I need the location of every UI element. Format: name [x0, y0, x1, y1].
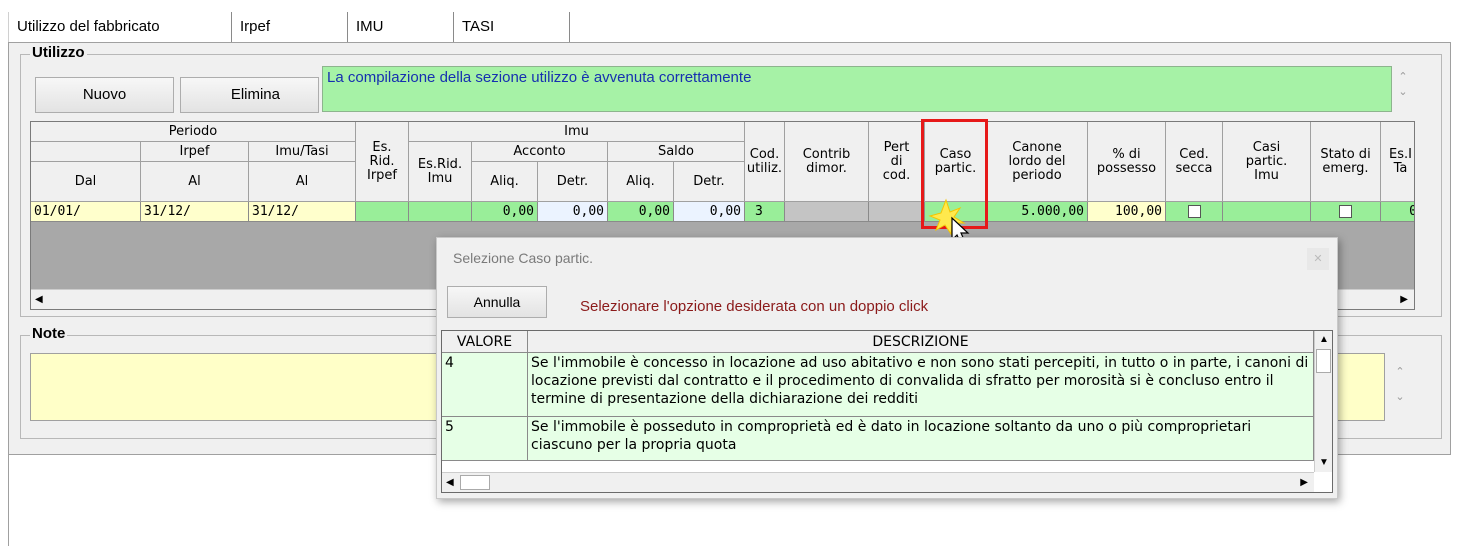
header-es-rid-imu: Es.Rid. Imu [409, 142, 472, 202]
header-cod-utiliz: Cod. utiliz. [745, 122, 785, 202]
tab-utilizzo-del-fabbricato[interactable]: Utilizzo del fabbricato [8, 12, 232, 42]
elimina-button[interactable]: Elimina [180, 77, 319, 113]
chevron-up-icon: ⌃ [1395, 366, 1405, 378]
cell-aliq-saldo[interactable]: 0,00 [608, 202, 674, 222]
tab-bar: Utilizzo del fabbricato Irpef IMU TASI [8, 12, 1458, 46]
annulla-button[interactable]: Annulla [447, 286, 547, 318]
cell-casi-partic-imu[interactable] [1223, 202, 1311, 222]
cell-stato-emerg[interactable] [1311, 202, 1381, 222]
ced-secca-checkbox[interactable] [1187, 205, 1201, 218]
selezione-dialog: Selezione Caso partic. ✕ Annulla Selezio… [436, 237, 1338, 499]
scroll-left-icon[interactable]: ◀ [35, 294, 43, 305]
header-detr-acconto: Detr. [538, 162, 608, 202]
header-casi-partic-imu: Casi partic. Imu [1223, 122, 1311, 202]
tab-imu[interactable]: IMU [348, 12, 454, 42]
chevron-down-icon: ⌄ [1398, 86, 1408, 98]
list-vscroll[interactable]: ▲ ▼ [1314, 331, 1332, 472]
scroll-up-icon[interactable]: ▲ [1319, 334, 1329, 345]
stato-emerg-checkbox[interactable] [1339, 205, 1352, 218]
scroll-right-icon[interactable]: ▶ [1400, 294, 1408, 305]
utilizzo-title: Utilizzo [30, 44, 87, 61]
header-saldo: Saldo [608, 142, 745, 162]
header-periodo: Periodo [31, 122, 356, 142]
chevron-up-icon: ⌃ [1398, 71, 1408, 83]
options-list: VALORE DESCRIZIONE 4 Se l'immobile è con… [441, 330, 1333, 493]
note-scroll[interactable]: ⌃ ⌄ [1390, 353, 1410, 421]
list-header-descrizione: DESCRIZIONE [528, 331, 1314, 353]
header-aliq-saldo: Aliq. [608, 162, 674, 202]
cell-aliq-acconto[interactable]: 0,00 [472, 202, 538, 222]
header-possesso: % di possesso [1088, 122, 1166, 202]
tab-tasi[interactable]: TASI [454, 12, 570, 42]
header-aliq-acconto: Aliq. [472, 162, 538, 202]
header-stato-emerg: Stato di emerg. [1311, 122, 1381, 202]
scroll-thumb[interactable] [460, 475, 490, 490]
header-pert-di-cod: Pert di cod. [869, 122, 925, 202]
header-al-irpef: Al [141, 162, 249, 202]
cell-ced-secca[interactable] [1166, 202, 1223, 222]
scroll-right-icon[interactable]: ▶ [1300, 477, 1308, 488]
header-canone: Canone lordo del periodo [987, 122, 1088, 202]
list-item-descrizione[interactable]: Se l'immobile è concesso in locazione ad… [528, 353, 1314, 417]
scroll-down-icon[interactable]: ▼ [1319, 457, 1329, 468]
cell-es-rid-irpef[interactable] [356, 202, 409, 222]
nuovo-button[interactable]: Nuovo [35, 77, 174, 113]
message-scroll[interactable]: ⌃ ⌄ [1393, 66, 1413, 112]
cell-pert-di-cod[interactable] [869, 202, 925, 222]
dialog-hint: Selezionare l'opzione desiderata con un … [580, 298, 929, 315]
header-irpef: Irpef [141, 142, 249, 162]
cell-cod-utiliz[interactable]: 3 [745, 202, 785, 222]
header-al-imu: Al [249, 162, 356, 202]
header-acconto: Acconto [472, 142, 608, 162]
header-es-ta: Es.I Ta [1381, 122, 1414, 202]
header-imu: Imu [409, 122, 745, 142]
scroll-left-icon[interactable]: ◀ [446, 477, 454, 488]
cell-possesso[interactable]: 100,00 [1088, 202, 1166, 222]
close-icon[interactable]: ✕ [1307, 248, 1329, 270]
cell-canone[interactable]: 5.000,00 [987, 202, 1088, 222]
list-item-descrizione[interactable]: Se l'immobile è posseduto in compropriet… [528, 417, 1314, 461]
dialog-title: Selezione Caso partic. [453, 250, 594, 266]
cell-contrib-dimor[interactable] [785, 202, 869, 222]
header-contrib-dimor: Contrib dimor. [785, 122, 869, 202]
cell-detr-acconto[interactable]: 0,00 [538, 202, 608, 222]
cell-al-imu[interactable]: 31/12/ [249, 202, 356, 222]
cell-es-rid-imu[interactable] [409, 202, 472, 222]
cell-es-ta[interactable]: 0 [1381, 202, 1414, 222]
note-title: Note [30, 325, 68, 342]
list-item-valore[interactable]: 4 [442, 353, 528, 417]
tab-irpef[interactable]: Irpef [232, 12, 348, 42]
header-imu-tasi: Imu/Tasi [249, 142, 356, 162]
header-detr-saldo: Detr. [674, 162, 745, 202]
list-header-valore: VALORE [442, 331, 528, 353]
cell-al-irpef[interactable]: 31/12/ [141, 202, 249, 222]
cell-dal[interactable]: 01/01/ [31, 202, 141, 222]
status-message: La compilazione della sezione utilizzo è… [322, 66, 1392, 112]
header-dal: Dal [31, 162, 141, 202]
header-es-rid-irpef: Es. Rid. Irpef [356, 122, 409, 202]
header-blank [31, 142, 141, 162]
window-edge [8, 455, 9, 546]
chevron-down-icon: ⌄ [1395, 391, 1405, 403]
cell-detr-saldo[interactable]: 0,00 [674, 202, 745, 222]
header-ced-secca: Ced. secca [1166, 122, 1223, 202]
list-hscroll[interactable]: ◀ ▶ [442, 472, 1314, 492]
scroll-thumb[interactable] [1316, 349, 1331, 373]
list-item-valore[interactable]: 5 [442, 417, 528, 461]
